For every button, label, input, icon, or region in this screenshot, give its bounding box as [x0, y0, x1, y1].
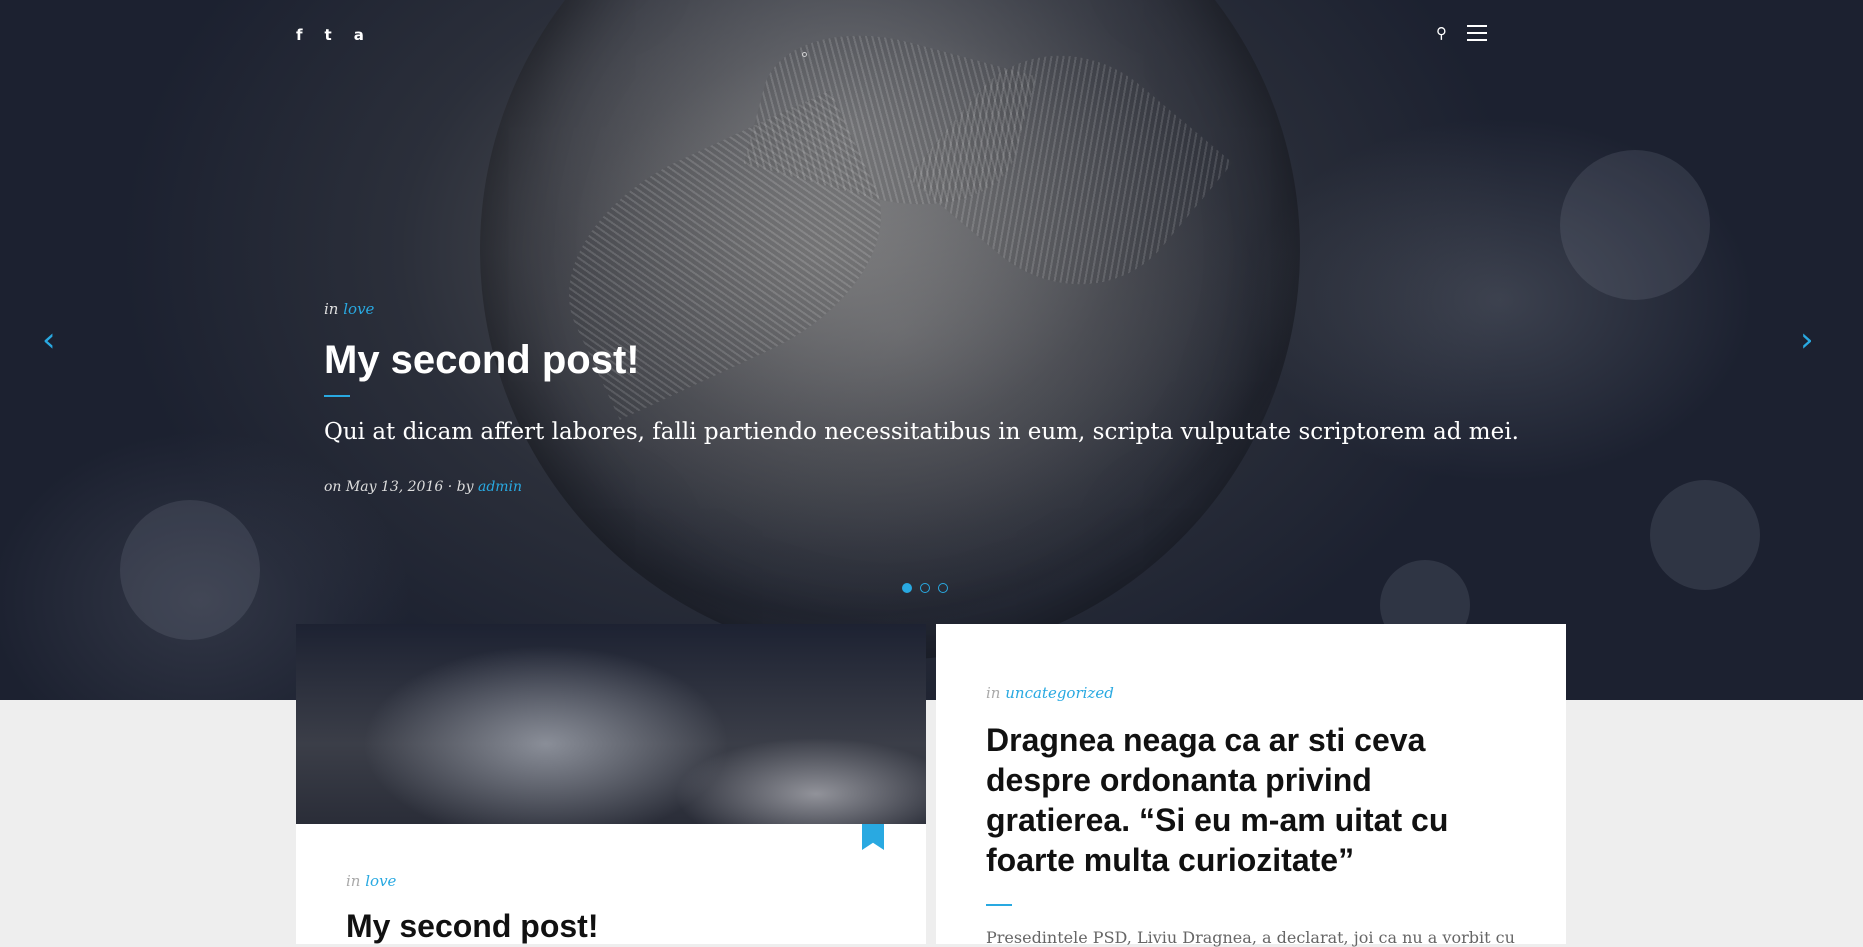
bokeh-decoration: [120, 500, 260, 640]
slider-dot[interactable]: [920, 583, 930, 593]
title-divider: [324, 395, 350, 397]
slide-category: in love: [324, 300, 375, 318]
slider-dot[interactable]: [938, 583, 948, 593]
site-logo[interactable]: [802, 52, 807, 57]
twitter-icon[interactable]: t: [325, 26, 332, 44]
title-divider: [986, 904, 1012, 906]
post-title[interactable]: My second post!: [346, 908, 876, 945]
slide-author-link[interactable]: admin: [478, 479, 522, 495]
bokeh-decoration: [1650, 480, 1760, 590]
search-icon[interactable]: ⚲: [1436, 24, 1447, 42]
post-card: in uncategorized Dragnea neaga ca ar sti…: [936, 624, 1566, 947]
slider-pagination: [902, 583, 948, 593]
social-links: f t a: [296, 26, 364, 44]
post-category-link[interactable]: uncategorized: [1005, 684, 1114, 702]
post-thumbnail[interactable]: [296, 624, 926, 824]
slider-dot[interactable]: [902, 583, 912, 593]
slide-byline: on May 13, 2016 · by admin: [324, 479, 523, 495]
post-excerpt: Presedintele PSD, Liviu Dragnea, a decla…: [986, 928, 1515, 947]
slide-content: in love My second post! Qui at dicam aff…: [324, 300, 1624, 495]
header-actions: ⚲: [1436, 24, 1487, 42]
slide-excerpt: Qui at dicam affert labores, falli parti…: [324, 419, 1519, 445]
facebook-icon[interactable]: f: [296, 26, 303, 44]
post-category: in uncategorized: [986, 684, 1114, 702]
slide-category-link[interactable]: love: [343, 300, 374, 318]
menu-icon[interactable]: [1467, 25, 1487, 41]
bokeh-decoration: [1560, 150, 1710, 300]
post-card: in love My second post!: [296, 624, 926, 944]
post-title[interactable]: Dragnea neaga ca ar sti ceva despre ordo…: [986, 720, 1506, 880]
post-category-link[interactable]: love: [365, 872, 396, 890]
amazon-icon[interactable]: a: [354, 26, 364, 44]
slider-next-arrow-icon[interactable]: ›: [1800, 320, 1814, 360]
slider-prev-arrow-icon[interactable]: ‹: [42, 320, 56, 360]
slide-title[interactable]: My second post!: [324, 338, 1624, 383]
post-category: in love: [346, 872, 397, 890]
